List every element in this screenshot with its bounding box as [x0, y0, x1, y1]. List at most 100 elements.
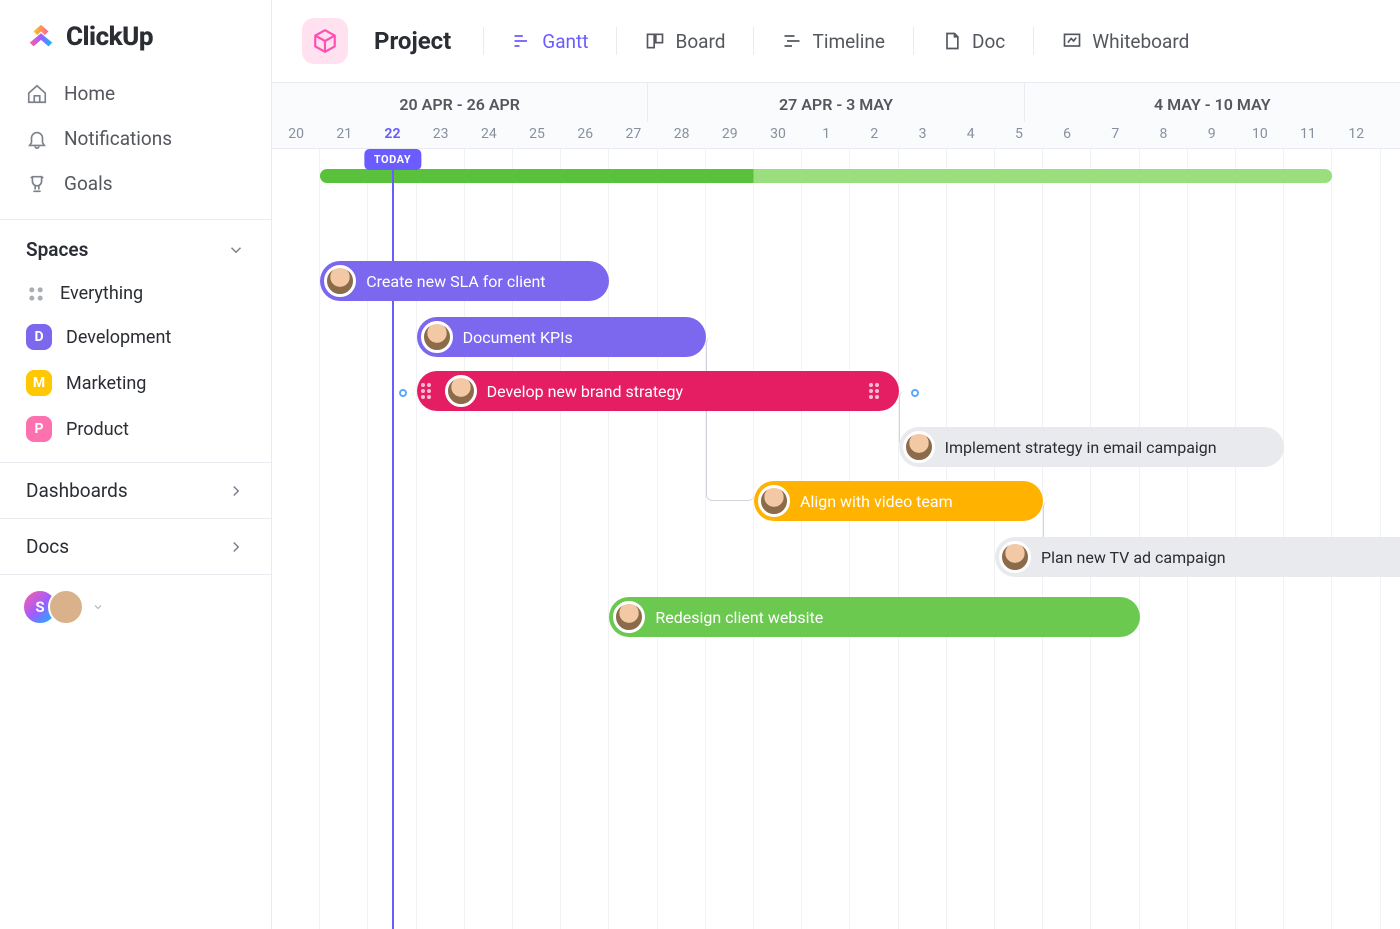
summary-bar[interactable] — [320, 169, 1332, 183]
dependency-handle[interactable] — [911, 389, 919, 397]
view-tab-timeline[interactable]: Timeline — [780, 24, 887, 59]
task-bar[interactable]: Redesign client website — [609, 597, 1139, 637]
assignee-avatar — [421, 321, 453, 353]
task-label: Document KPIs — [463, 328, 573, 347]
space-everything[interactable]: Everything — [12, 273, 259, 314]
nav-notifications-label: Notifications — [64, 127, 172, 150]
workspace-users[interactable]: S — [0, 575, 271, 639]
task-label: Redesign client website — [655, 608, 823, 627]
space-item-marketing[interactable]: M Marketing — [12, 360, 259, 406]
assignee-avatar — [758, 485, 790, 517]
task-bar[interactable]: Align with video team — [754, 481, 1043, 521]
day-header: 20 — [272, 122, 320, 148]
clickup-logo-icon — [26, 22, 56, 52]
day-header: 8 — [1139, 122, 1187, 148]
day-header: 29 — [706, 122, 754, 148]
day-header: 22 — [368, 122, 416, 148]
space-item-development[interactable]: D Development — [12, 314, 259, 360]
day-header: 9 — [1188, 122, 1236, 148]
space-item-product[interactable]: P Product — [12, 406, 259, 452]
task-bar[interactable]: Develop new brand strategy — [417, 371, 899, 411]
whiteboard-icon — [1062, 31, 1082, 51]
view-tab-gantt-label: Gantt — [542, 30, 588, 53]
assignee-avatar — [613, 601, 645, 633]
timeline-icon — [782, 31, 802, 51]
brand-logo[interactable]: ClickUp — [0, 22, 271, 66]
sidebar: ClickUp Home Notifications Goals Spaces — [0, 0, 272, 929]
bell-icon — [26, 128, 48, 150]
nav-goals[interactable]: Goals — [12, 162, 259, 205]
day-header: 23 — [417, 122, 465, 148]
day-header: 11 — [1284, 122, 1332, 148]
space-label: Product — [66, 419, 129, 440]
view-tab-whiteboard[interactable]: Whiteboard — [1060, 24, 1191, 59]
task-label: Develop new brand strategy — [487, 382, 684, 401]
day-header: 10 — [1236, 122, 1284, 148]
nav-docs[interactable]: Docs — [0, 518, 271, 575]
day-header: 26 — [561, 122, 609, 148]
day-header: 21 — [320, 122, 368, 148]
assignee-avatar — [445, 375, 477, 407]
space-badge: D — [26, 324, 52, 350]
gantt-icon — [512, 31, 532, 51]
view-tab-board[interactable]: Board — [643, 24, 727, 59]
nav-dashboards[interactable]: Dashboards — [0, 462, 271, 518]
nav-notifications[interactable]: Notifications — [12, 117, 259, 160]
gantt-canvas[interactable]: TODAY Create new SLA for client Document K… — [272, 149, 1400, 929]
spaces-header[interactable]: Spaces — [0, 226, 271, 273]
home-icon — [26, 83, 48, 105]
avatar-member — [48, 589, 84, 625]
day-header: 25 — [513, 122, 561, 148]
dependency-handle[interactable] — [399, 389, 407, 397]
nav-home-label: Home — [64, 82, 115, 105]
dependency-line — [706, 337, 754, 501]
day-header: 28 — [658, 122, 706, 148]
view-tab-doc[interactable]: Doc — [940, 24, 1007, 59]
assignee-avatar — [324, 265, 356, 297]
project-title: Project — [374, 27, 451, 55]
group-icon — [26, 284, 46, 304]
chevron-down-icon — [227, 241, 245, 259]
caret-down-icon — [92, 601, 104, 613]
topbar: Project Gantt Board Timeline Doc — [272, 0, 1400, 83]
day-header: 12 — [1332, 122, 1380, 148]
task-label: Align with video team — [800, 492, 953, 511]
day-header: 1 — [802, 122, 850, 148]
view-tab-gantt[interactable]: Gantt — [510, 24, 590, 59]
nav-goals-label: Goals — [64, 172, 113, 195]
day-header: 5 — [995, 122, 1043, 148]
main-panel: Project Gantt Board Timeline Doc — [272, 0, 1400, 929]
nav-docs-label: Docs — [26, 535, 69, 558]
day-header: 3 — [898, 122, 946, 148]
task-bar[interactable]: Document KPIs — [417, 317, 706, 357]
drag-handle-icon[interactable] — [869, 383, 879, 399]
brand-name: ClickUp — [66, 22, 153, 52]
nav-home[interactable]: Home — [12, 72, 259, 115]
cube-icon — [312, 28, 338, 54]
assignee-avatar — [999, 541, 1031, 573]
view-tab-board-label: Board — [675, 30, 725, 53]
task-bar[interactable]: Create new SLA for client — [320, 261, 609, 301]
nav-dashboards-label: Dashboards — [26, 479, 128, 502]
day-header: 6 — [1043, 122, 1091, 148]
task-label: Implement strategy in email campaign — [945, 438, 1217, 457]
chevron-right-icon — [227, 538, 245, 556]
week-header: 27 APR - 3 MAY — [648, 83, 1024, 122]
day-header: 27 — [609, 122, 657, 148]
task-bar[interactable]: Implement strategy in email campaign — [899, 427, 1285, 467]
task-bar[interactable]: Plan new TV ad campaign — [995, 537, 1400, 577]
drag-handle-icon[interactable] — [421, 383, 431, 399]
assignee-avatar — [903, 431, 935, 463]
board-icon — [645, 31, 665, 51]
project-icon-badge[interactable] — [302, 18, 348, 64]
day-header: 4 — [947, 122, 995, 148]
day-header: 30 — [754, 122, 802, 148]
view-tab-whiteboard-label: Whiteboard — [1092, 30, 1189, 53]
today-badge: TODAY — [364, 149, 421, 170]
day-header: 7 — [1091, 122, 1139, 148]
space-badge: P — [26, 416, 52, 442]
trophy-icon — [26, 173, 48, 195]
space-badge: M — [26, 370, 52, 396]
day-header: 24 — [465, 122, 513, 148]
task-label: Create new SLA for client — [366, 272, 545, 291]
